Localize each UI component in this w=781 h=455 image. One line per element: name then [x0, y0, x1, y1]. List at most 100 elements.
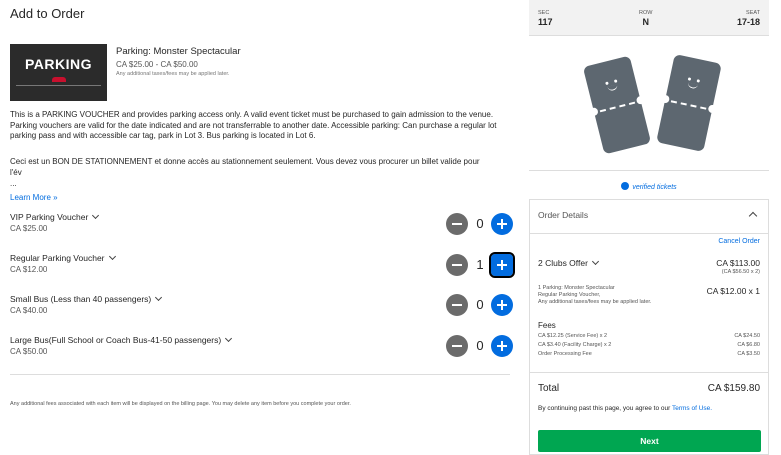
item-name: Parking: Monster Spectacular: [116, 46, 241, 57]
ticket-perforation: [670, 100, 707, 110]
voucher-price: CA $40.00: [10, 306, 48, 315]
decrement-button[interactable]: [446, 254, 468, 276]
voucher-name[interactable]: Small Bus (Less than 40 passengers): [10, 293, 310, 304]
voucher-name[interactable]: Large Bus(Full School or Coach Bus-41-50…: [10, 334, 310, 345]
chevron-down-icon[interactable]: [591, 257, 599, 266]
parking-desc-line: 1 Parking: Monster Spectacular: [538, 285, 615, 291]
chevron-down-icon[interactable]: [108, 252, 116, 261]
fees-title: Fees: [538, 321, 556, 330]
divider: [530, 372, 768, 373]
cancel-order-link[interactable]: Cancel Order: [718, 238, 760, 245]
order-details-header[interactable]: Order Details: [538, 210, 588, 220]
ticket-smile: [687, 82, 699, 90]
offer-price: CA $113.00: [716, 258, 760, 268]
quantity-value: 0: [476, 338, 484, 353]
row-info: ROW N: [639, 10, 652, 27]
quantity-stepper: 0: [446, 213, 514, 235]
fee-amount: CA $3.50: [737, 351, 760, 357]
verified-check-icon: [621, 182, 630, 190]
ticket-notch: [635, 95, 646, 106]
ticket-notch: [589, 106, 599, 117]
total-label: Total: [538, 383, 560, 394]
chevron-up-icon[interactable]: [748, 211, 758, 221]
seat-info: SEAT 17-18: [737, 10, 760, 27]
terms-text: By continuing past this page, you agree …: [538, 405, 671, 412]
increment-button[interactable]: [491, 294, 513, 316]
row-label: ROW: [639, 10, 653, 16]
description-ellipsis: ...: [10, 179, 17, 188]
fee-amount: CA $6.80: [737, 342, 760, 348]
ticket-eye: [687, 77, 692, 81]
next-button[interactable]: Next: [538, 430, 761, 452]
ticket-eye: [696, 79, 701, 83]
parking-line-price: CA $12.00 x 1: [706, 286, 760, 296]
voucher-price: CA $25.00: [10, 224, 48, 233]
quantity-value: 0: [476, 216, 484, 231]
terms-of-use-link[interactable]: Terms of Use.: [672, 405, 712, 412]
voucher-regular: Regular Parking Voucher CA $12.00: [10, 252, 310, 274]
offer-unit-price: (CA $56.50 x 2): [721, 269, 760, 275]
learn-more-link[interactable]: Learn More »: [10, 193, 58, 202]
thumbnail-divider: [16, 85, 101, 88]
page-title: Add to Order: [10, 6, 85, 21]
chevron-down-icon[interactable]: [92, 211, 100, 220]
voucher-large-bus: Large Bus(Full School or Coach Bus-41-50…: [10, 334, 310, 356]
fee-row: Order Processing Fee CA $3.50: [538, 351, 760, 357]
section-label: SEC: [538, 10, 550, 16]
add-to-order-section: Add to Order PARKING Parking: Monster Sp…: [0, 0, 520, 455]
voucher-small-bus: Small Bus (Less than 40 passengers) CA $…: [10, 293, 310, 315]
decrement-button[interactable]: [446, 213, 468, 235]
tickets-illustration: [579, 52, 729, 162]
thumbnail-text: PARKING: [24, 56, 93, 72]
seat-info-bar: SEC 117 ROW N SEAT 17-18: [529, 0, 769, 36]
voucher-vip: VIP Parking Voucher CA $25.00: [10, 211, 310, 233]
row-value: N: [642, 17, 649, 27]
chevron-down-icon[interactable]: [225, 334, 233, 343]
increment-button[interactable]: [489, 252, 515, 278]
quantity-value: 0: [476, 297, 484, 312]
divider: [530, 233, 768, 234]
increment-button[interactable]: [491, 335, 513, 357]
ticket-notch: [707, 104, 718, 114]
car-icon: [52, 77, 66, 82]
increment-button[interactable]: [491, 213, 513, 235]
quantity-value: 1: [476, 257, 484, 272]
ticket-smile: [607, 84, 619, 92]
voucher-price: CA $12.00: [10, 265, 48, 274]
chevron-down-icon[interactable]: [155, 293, 163, 302]
quantity-stepper: 0: [446, 335, 514, 357]
voucher-price: CA $50.00: [10, 347, 48, 356]
fee-row: CA $3.40 (Facility Charge) x 2 CA $6.80: [538, 342, 760, 348]
voucher-name[interactable]: Regular Parking Voucher: [10, 252, 310, 263]
quantity-stepper: 0: [446, 294, 514, 316]
quantity-stepper: 1: [446, 252, 515, 278]
description-english: This is a PARKING VOUCHER and provides p…: [10, 110, 497, 140]
ticket-notch: [660, 94, 671, 104]
ticket-icon: [582, 55, 652, 155]
parking-desc-line: Any additional taxes/fees may be applied…: [538, 299, 652, 305]
item-tax-note: Any additional taxes/fees may be applied…: [116, 71, 230, 77]
section-info: SEC 117: [538, 10, 553, 27]
seat-value: 17-18: [736, 17, 760, 27]
fee-label: CA $3.40 (Facility Charge) x 2: [538, 342, 612, 348]
decrement-button[interactable]: [446, 335, 468, 357]
item-price-range: CA $25.00 - CA $50.00: [116, 60, 198, 69]
fee-row: CA $12.25 (Service Fee) x 2 CA $24.50: [538, 333, 760, 339]
fee-label: Order Processing Fee: [538, 351, 592, 357]
total-value: CA $159.80: [707, 383, 760, 394]
offer-name[interactable]: 2 Clubs Offer: [538, 257, 599, 268]
voucher-name[interactable]: VIP Parking Voucher: [10, 211, 310, 222]
billing-footnote: Any additional fees associated with each…: [10, 401, 351, 407]
fee-amount: CA $24.50: [734, 333, 760, 339]
section-value: 117: [538, 17, 553, 27]
decrement-button[interactable]: [446, 294, 468, 316]
verified-text: verified tickets: [632, 184, 677, 191]
description-french: Ceci est un BON DE STATIONNEMENT et donn…: [10, 157, 480, 177]
ticket-perforation: [599, 101, 636, 113]
order-sidebar: SEC 117 ROW N SEAT 17-18 verified ticket…: [529, 0, 769, 455]
parking-line-description: 1 Parking: Monster Spectacular Regular P…: [538, 285, 698, 306]
parking-thumbnail: PARKING: [10, 44, 107, 101]
seat-label: SEAT: [746, 10, 760, 16]
divider: [10, 374, 510, 375]
ticket-icon: [656, 53, 722, 153]
